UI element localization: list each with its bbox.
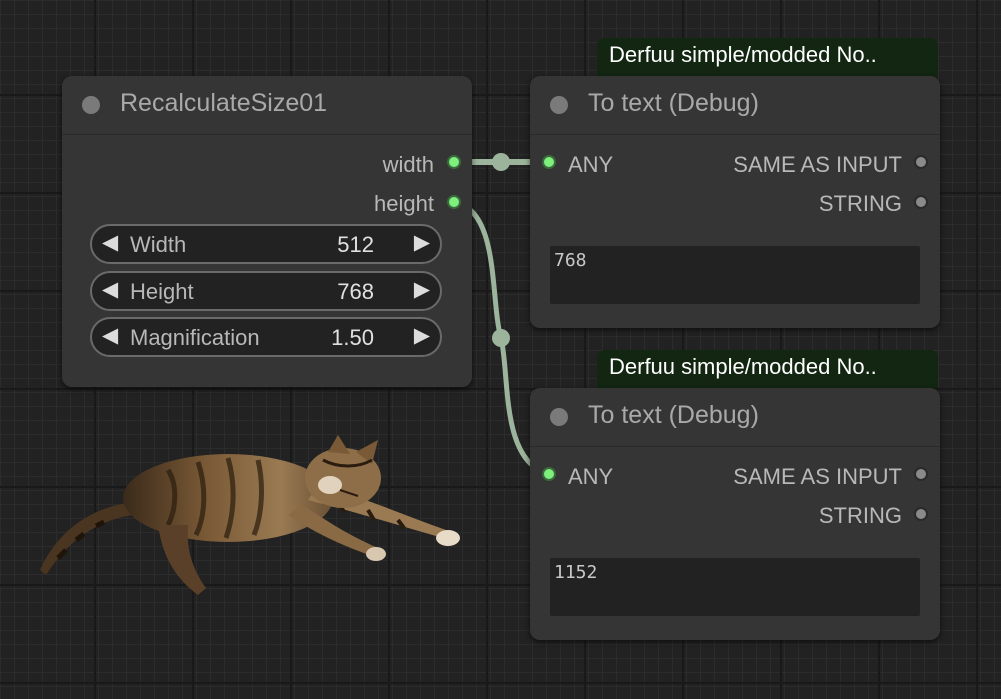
input-label-any: ANY <box>568 464 614 489</box>
node-graph-canvas[interactable]: RecalculateSize01 width height ◀ Width 5… <box>0 0 1001 699</box>
node-header[interactable]: To text (Debug) <box>530 388 940 447</box>
widget-label: Height <box>130 279 194 304</box>
node-title: RecalculateSize01 <box>120 89 328 117</box>
output-label-string: STRING <box>818 503 902 528</box>
debug-text-output[interactable]: 1152 <box>550 558 920 616</box>
to-text-debug-node[interactable]: To text (Debug) ANY SAME AS INPUT STRING… <box>530 76 940 328</box>
width-number-widget[interactable]: ◀ Width 512 ▶ <box>90 224 442 264</box>
increment-arrow-icon[interactable]: ▶ <box>414 323 430 348</box>
debug-text-output[interactable]: 768 <box>550 246 920 304</box>
debug-text-value: 1152 <box>554 562 598 583</box>
output-slot-height[interactable] <box>447 195 461 209</box>
increment-arrow-icon[interactable]: ▶ <box>414 230 430 255</box>
widget-value[interactable]: 512 <box>337 232 374 258</box>
group-tag[interactable]: Derfuu simple/modded No.. <box>597 38 938 76</box>
height-number-widget[interactable]: ◀ Height 768 ▶ <box>90 271 442 311</box>
input-label-any: ANY <box>568 152 614 177</box>
wire-midpoint-width[interactable] <box>492 153 510 171</box>
output-label-height: height <box>374 191 434 216</box>
to-text-debug-node[interactable]: To text (Debug) ANY SAME AS INPUT STRING… <box>530 388 940 640</box>
magnification-number-widget[interactable]: ◀ Magnification 1.50 ▶ <box>90 317 442 357</box>
decrement-arrow-icon[interactable]: ◀ <box>102 277 118 302</box>
decrement-arrow-icon[interactable]: ◀ <box>102 230 118 255</box>
decrement-arrow-icon[interactable]: ◀ <box>102 323 118 348</box>
increment-arrow-icon[interactable]: ▶ <box>414 277 430 302</box>
status-dot-icon[interactable] <box>550 96 568 114</box>
output-slot-same-as-input[interactable] <box>914 155 928 169</box>
wire-midpoint-height[interactable] <box>492 329 510 347</box>
output-slot-same-as-input[interactable] <box>914 467 928 481</box>
input-slot-any[interactable] <box>542 467 556 481</box>
widget-value[interactable]: 1.50 <box>331 325 374 351</box>
widget-label: Width <box>130 232 187 257</box>
widget-label: Magnification <box>130 325 260 350</box>
output-label-string: STRING <box>818 191 902 216</box>
output-label-same-as-input: SAME AS INPUT <box>733 464 902 489</box>
node-title: To text (Debug) <box>588 401 759 429</box>
status-dot-icon[interactable] <box>82 96 100 114</box>
input-slot-any[interactable] <box>542 155 556 169</box>
node-header[interactable]: RecalculateSize01 <box>62 76 472 135</box>
widget-value[interactable]: 768 <box>337 279 374 305</box>
output-slot-width[interactable] <box>447 155 461 169</box>
group-tag[interactable]: Derfuu simple/modded No.. <box>597 350 938 388</box>
output-slot-string[interactable] <box>914 195 928 209</box>
debug-text-value: 768 <box>554 250 587 271</box>
node-title: To text (Debug) <box>588 89 759 117</box>
status-dot-icon[interactable] <box>550 408 568 426</box>
recalculate-size-node[interactable]: RecalculateSize01 width height ◀ Width 5… <box>62 76 472 387</box>
output-label-same-as-input: SAME AS INPUT <box>733 152 902 177</box>
output-slot-string[interactable] <box>914 507 928 521</box>
node-header[interactable]: To text (Debug) <box>530 76 940 135</box>
cat-image <box>40 435 460 595</box>
output-label-width: width <box>382 152 434 177</box>
